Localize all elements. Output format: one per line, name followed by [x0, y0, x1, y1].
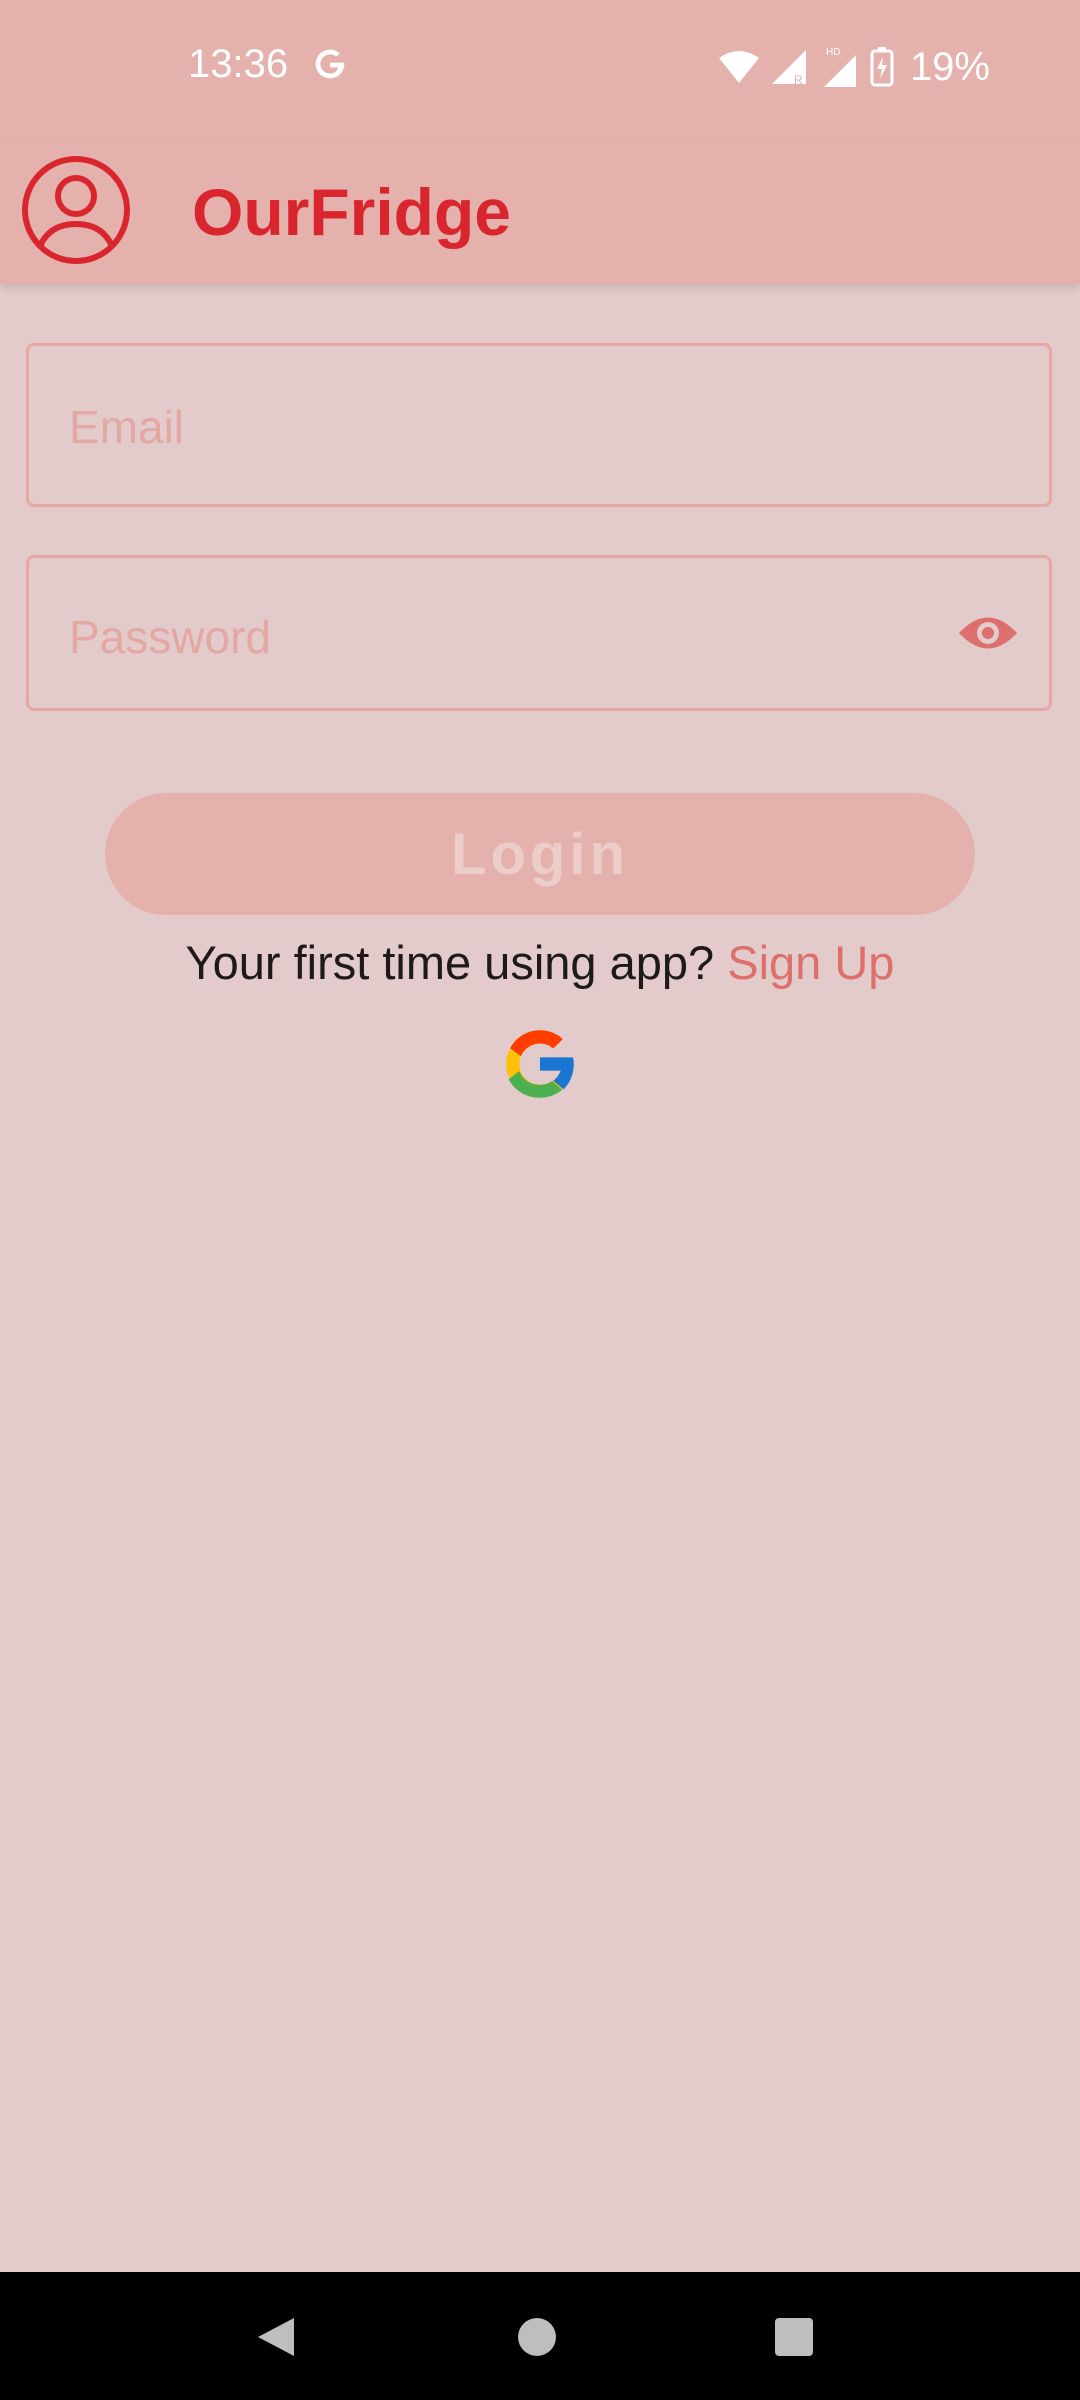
signup-prompt: Your first time using app?: [185, 936, 728, 989]
signup-row: Your first time using app? Sign Up: [0, 935, 1080, 990]
google-logo-icon[interactable]: [496, 1020, 584, 1108]
recents-icon[interactable]: [775, 2318, 813, 2356]
login-label: Login: [451, 821, 629, 887]
app-title: OurFridge: [192, 175, 512, 249]
svg-text:R: R: [794, 73, 803, 86]
wifi-icon: [718, 51, 759, 83]
signal-r-icon: R: [771, 50, 806, 86]
login-screen: 13:36 R HD 19% OurFridge Email Password …: [0, 0, 1080, 2400]
svg-text:HD: HD: [826, 47, 840, 58]
signup-link[interactable]: Sign Up: [727, 936, 894, 989]
status-bar: 13:36 R HD 19%: [0, 0, 1080, 140]
account-circle-icon[interactable]: [20, 154, 132, 266]
battery-charging-icon: [870, 47, 894, 87]
home-icon[interactable]: [518, 2318, 556, 2356]
eye-icon[interactable]: [957, 610, 1019, 656]
status-time: 13:36: [188, 42, 289, 86]
back-icon[interactable]: [256, 2316, 296, 2358]
password-placeholder: Password: [69, 611, 271, 663]
email-field[interactable]: Email: [26, 343, 1052, 507]
google-notification-icon: [315, 49, 345, 79]
status-icons: R HD 19%: [718, 42, 990, 92]
signal-hd-icon: HD: [823, 47, 856, 87]
login-button[interactable]: Login: [105, 793, 975, 915]
password-field[interactable]: Password: [26, 555, 1052, 711]
email-placeholder: Email: [69, 401, 185, 453]
battery-percent: 19%: [909, 44, 990, 89]
system-nav-bar: [0, 2272, 1080, 2400]
app-bar: OurFridge: [0, 140, 1080, 284]
